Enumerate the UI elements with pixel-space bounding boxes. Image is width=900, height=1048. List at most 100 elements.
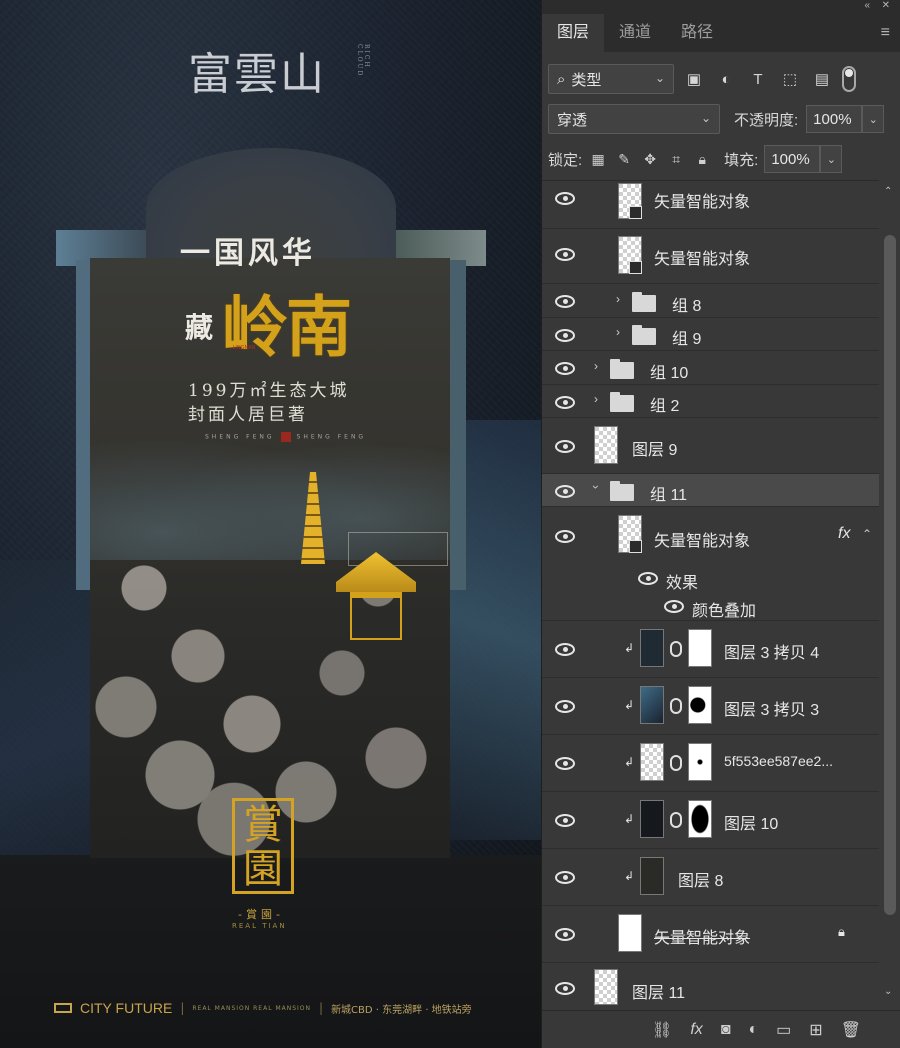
chevron-right-icon[interactable]: › bbox=[616, 325, 620, 339]
lock-artboard-icon[interactable]: ⌗ bbox=[666, 149, 686, 169]
layer-row[interactable]: › 组 9 bbox=[542, 318, 879, 351]
visibility-eye-icon[interactable] bbox=[555, 395, 575, 409]
layer-mask-thumbnail[interactable] bbox=[688, 800, 712, 838]
tab-layers[interactable]: 图层 bbox=[542, 14, 605, 52]
scroll-up-icon[interactable]: ⌃ bbox=[884, 186, 892, 197]
lock-label: 锁定: bbox=[548, 151, 583, 169]
layer-mask-thumbnail[interactable] bbox=[688, 686, 712, 724]
shape-filter-icon[interactable]: ⬚ bbox=[778, 67, 802, 91]
visibility-eye-icon[interactable] bbox=[555, 191, 575, 205]
visibility-eye-icon[interactable] bbox=[555, 699, 575, 713]
opacity-input[interactable]: 100% bbox=[806, 105, 863, 133]
adjustment-layer-icon[interactable]: ◐ bbox=[748, 1021, 758, 1039]
link-chain-icon[interactable] bbox=[670, 641, 682, 657]
layer-row[interactable]: ↲ 5f553ee587ee2... bbox=[542, 735, 879, 792]
layer-row[interactable]: 图层 11 bbox=[542, 963, 879, 1011]
chevron-right-icon[interactable]: › bbox=[594, 359, 598, 373]
effects-row[interactable]: 效果 bbox=[542, 565, 879, 593]
image-filter-icon[interactable]: ▣ bbox=[682, 67, 706, 91]
layer-name: 图层 3 拷贝 3 bbox=[724, 702, 820, 719]
fill-dropdown[interactable]: ⌄ bbox=[820, 145, 843, 173]
visibility-eye-icon[interactable] bbox=[555, 870, 575, 884]
lock-brush-icon[interactable]: ✎ bbox=[614, 149, 634, 169]
layer-row[interactable]: › 组 2 bbox=[542, 385, 879, 418]
layer-row[interactable]: 矢量智能对象 bbox=[542, 181, 879, 229]
tab-paths[interactable]: 路径 bbox=[666, 14, 728, 52]
filter-kind-label: 类型 bbox=[571, 71, 602, 89]
visibility-eye-icon[interactable] bbox=[555, 294, 575, 308]
lock-move-icon[interactable]: ✥ bbox=[640, 149, 660, 169]
add-mask-icon[interactable]: ◙ bbox=[721, 1021, 731, 1039]
link-chain-icon[interactable] bbox=[670, 755, 682, 771]
lock-row: 锁定: ▦ ✎ ✥ ⌗ 🔒︎ 填充: 100% ⌄ bbox=[548, 145, 843, 173]
document-canvas[interactable]: 富雲山 RICH CLOUD 一国风华 藏 岭南 LINGNAN 199万㎡生态… bbox=[0, 0, 541, 1048]
footer-small: REAL MANSION REAL MANSION bbox=[192, 1004, 312, 1012]
new-group-icon[interactable]: ▭ bbox=[776, 1020, 791, 1040]
footer: CITY FUTURE | REAL MANSION REAL MANSION … bbox=[54, 998, 472, 1018]
layer-thumbnail bbox=[618, 183, 642, 219]
layer-row[interactable]: › 组 8 bbox=[542, 284, 879, 318]
visibility-eye-icon[interactable] bbox=[555, 439, 575, 453]
blend-mode-dropdown[interactable]: 穿透 ⌄ bbox=[548, 104, 720, 134]
layer-mask-thumbnail[interactable] bbox=[688, 629, 712, 667]
effects-label: 效果 bbox=[666, 575, 699, 592]
layer-row[interactable]: ↲ 图层 3 拷贝 4 bbox=[542, 621, 879, 678]
add-style-fx-icon[interactable]: fx bbox=[690, 1021, 702, 1039]
panel-menu-icon[interactable]: ≡ bbox=[881, 24, 890, 42]
layer-row[interactable]: 矢量智能对象 bbox=[542, 229, 879, 284]
small-caps-left: SHENG FENG bbox=[205, 433, 275, 441]
opacity-dropdown[interactable]: ⌄ bbox=[862, 105, 885, 133]
fill-input[interactable]: 100% bbox=[764, 145, 821, 173]
close-icon[interactable]: ✕ bbox=[882, 0, 890, 11]
collapse-icon[interactable]: « bbox=[864, 0, 870, 11]
visibility-eye-icon[interactable] bbox=[555, 927, 575, 941]
layer-row-selected[interactable]: › 组 11 bbox=[542, 474, 879, 507]
visibility-eye-icon[interactable] bbox=[555, 328, 575, 342]
chevron-down-icon[interactable]: › bbox=[589, 485, 603, 489]
layer-row[interactable]: 矢量智能对象 fx ⌃ bbox=[542, 507, 879, 565]
visibility-eye-icon[interactable] bbox=[555, 484, 575, 498]
smart-object-filter-icon[interactable]: ▤ bbox=[810, 67, 834, 91]
city-future-icon bbox=[54, 1003, 72, 1013]
layer-row[interactable]: › 组 10 bbox=[542, 351, 879, 385]
scrollbar-thumb[interactable] bbox=[884, 235, 896, 915]
color-overlay-eye-icon[interactable] bbox=[664, 599, 684, 613]
layer-row[interactable]: ↲ 图层 10 bbox=[542, 792, 879, 849]
layer-row[interactable]: 图层 9 bbox=[542, 418, 879, 474]
visibility-eye-icon[interactable] bbox=[555, 981, 575, 995]
link-chain-icon[interactable] bbox=[670, 698, 682, 714]
fx-icon[interactable]: fx bbox=[838, 525, 850, 543]
layer-mask-thumbnail[interactable] bbox=[688, 743, 712, 781]
scroll-down-icon[interactable]: ⌄ bbox=[884, 986, 892, 997]
type-filter-icon[interactable]: T bbox=[746, 67, 770, 91]
link-chain-icon[interactable] bbox=[670, 812, 682, 828]
visibility-eye-icon[interactable] bbox=[555, 756, 575, 770]
effects-visibility-eye-icon[interactable] bbox=[638, 571, 658, 585]
visibility-eye-icon[interactable] bbox=[555, 361, 575, 375]
visibility-eye-icon[interactable] bbox=[555, 529, 575, 543]
visibility-eye-icon[interactable] bbox=[555, 247, 575, 261]
link-layers-icon[interactable]: ⛓ bbox=[652, 1020, 672, 1040]
golden-pavilion bbox=[336, 552, 416, 642]
layer-thumbnail bbox=[618, 515, 642, 553]
filter-toggle[interactable] bbox=[842, 66, 856, 92]
lock-all-icon[interactable]: 🔒︎ bbox=[692, 149, 712, 169]
layers-scrollbar[interactable]: ⌃ ⌄ bbox=[879, 180, 900, 1010]
chevron-right-icon[interactable]: › bbox=[594, 392, 598, 406]
layer-row[interactable]: ↲ 图层 8 bbox=[542, 849, 879, 906]
effect-row[interactable]: 颜色叠加 bbox=[542, 593, 879, 621]
layer-name: 组 11 bbox=[650, 487, 688, 504]
tab-channels[interactable]: 通道 bbox=[604, 14, 666, 52]
adjustment-filter-icon[interactable]: ◐ bbox=[714, 67, 738, 91]
layer-row[interactable]: ↲ 图层 3 拷贝 3 bbox=[542, 678, 879, 735]
filter-kind-dropdown[interactable]: ⌕ 类型 ⌄ bbox=[548, 64, 674, 94]
lock-transparent-icon[interactable]: ▦ bbox=[588, 149, 608, 169]
layer-row[interactable]: 矢量智能对象 🔒︎ bbox=[542, 906, 879, 963]
chevron-right-icon[interactable]: › bbox=[616, 292, 620, 306]
new-layer-icon[interactable]: ⊞ bbox=[809, 1020, 822, 1040]
visibility-eye-icon[interactable] bbox=[555, 642, 575, 656]
brand-cn: -賞園- bbox=[238, 908, 284, 921]
collapse-effects-icon[interactable]: ⌃ bbox=[862, 527, 872, 541]
visibility-eye-icon[interactable] bbox=[555, 813, 575, 827]
delete-layer-icon[interactable]: 🗑︎ bbox=[841, 1020, 861, 1040]
